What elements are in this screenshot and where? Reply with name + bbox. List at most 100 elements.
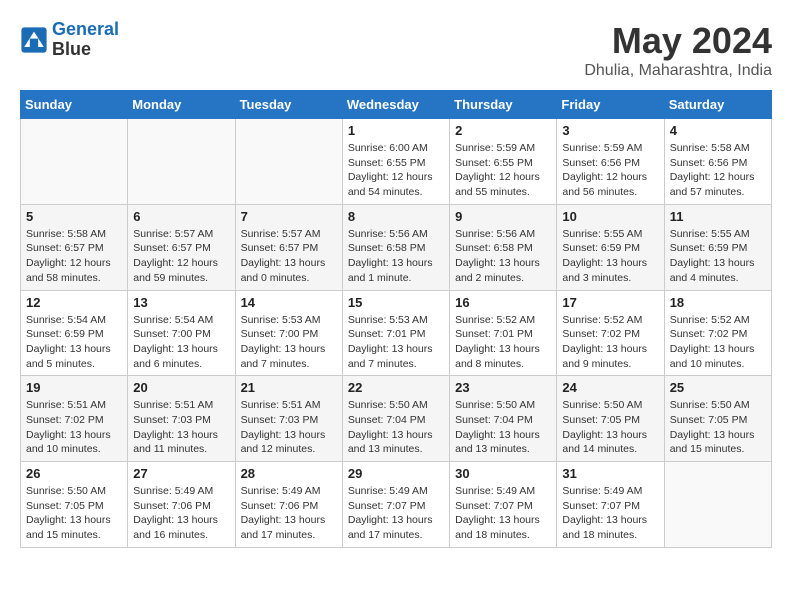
day-number: 16 bbox=[455, 295, 551, 310]
day-number: 26 bbox=[26, 466, 122, 481]
day-number: 15 bbox=[348, 295, 444, 310]
day-info: Sunrise: 5:50 AMSunset: 7:04 PMDaylight:… bbox=[455, 398, 551, 457]
day-info: Sunrise: 5:59 AMSunset: 6:56 PMDaylight:… bbox=[562, 141, 658, 200]
day-info: Sunrise: 5:57 AMSunset: 6:57 PMDaylight:… bbox=[133, 227, 229, 286]
calendar-cell: 25Sunrise: 5:50 AMSunset: 7:05 PMDayligh… bbox=[664, 376, 771, 462]
calendar-cell: 17 Sunrise: 5:52 AMSunset: 7:02 PMDayligh… bbox=[557, 290, 664, 376]
day-number: 13 bbox=[133, 295, 229, 310]
calendar-cell: 14 Sunrise: 5:53 AMSunset: 7:00 PMDayligh… bbox=[235, 290, 342, 376]
calendar-cell: 22Sunrise: 5:50 AMSunset: 7:04 PMDayligh… bbox=[342, 376, 449, 462]
day-number: 29 bbox=[348, 466, 444, 481]
day-info: Sunrise: 5:49 AMSunset: 7:06 PMDaylight:… bbox=[241, 484, 337, 543]
calendar-cell: 28 Sunrise: 5:49 AMSunset: 7:06 PMDayligh… bbox=[235, 462, 342, 548]
calendar-cell: 7 Sunrise: 5:57 AMSunset: 6:57 PMDaylight… bbox=[235, 204, 342, 290]
day-info: Sunrise: 5:58 AMSunset: 6:57 PMDaylight:… bbox=[26, 227, 122, 286]
calendar-cell: 8 Sunrise: 5:56 AMSunset: 6:58 PMDaylight… bbox=[342, 204, 449, 290]
calendar-week-row: 19Sunrise: 5:51 AMSunset: 7:02 PMDayligh… bbox=[21, 376, 772, 462]
calendar-cell: 26 Sunrise: 5:50 AMSunset: 7:05 PMDayligh… bbox=[21, 462, 128, 548]
day-info: Sunrise: 5:58 AMSunset: 6:56 PMDaylight:… bbox=[670, 141, 766, 200]
day-number: 2 bbox=[455, 123, 551, 138]
calendar-cell bbox=[235, 119, 342, 205]
day-info: Sunrise: 5:56 AMSunset: 6:58 PMDaylight:… bbox=[455, 227, 551, 286]
weekday-header: Friday bbox=[557, 91, 664, 119]
day-info: Sunrise: 5:52 AMSunset: 7:02 PMDaylight:… bbox=[562, 313, 658, 372]
day-info: Sunrise: 5:51 AMSunset: 7:02 PMDaylight:… bbox=[26, 398, 122, 457]
day-number: 11 bbox=[670, 209, 766, 224]
day-info: Sunrise: 5:50 AMSunset: 7:05 PMDaylight:… bbox=[26, 484, 122, 543]
day-info: Sunrise: 5:55 AMSunset: 6:59 PMDaylight:… bbox=[670, 227, 766, 286]
calendar-cell: 15 Sunrise: 5:53 AMSunset: 7:01 PMDayligh… bbox=[342, 290, 449, 376]
calendar-cell: 24Sunrise: 5:50 AMSunset: 7:05 PMDayligh… bbox=[557, 376, 664, 462]
calendar-cell: 6 Sunrise: 5:57 AMSunset: 6:57 PMDaylight… bbox=[128, 204, 235, 290]
day-number: 20 bbox=[133, 380, 229, 395]
day-number: 28 bbox=[241, 466, 337, 481]
day-number: 24 bbox=[562, 380, 658, 395]
day-info: Sunrise: 5:57 AMSunset: 6:57 PMDaylight:… bbox=[241, 227, 337, 286]
calendar-cell bbox=[664, 462, 771, 548]
calendar-cell: 16 Sunrise: 5:52 AMSunset: 7:01 PMDayligh… bbox=[450, 290, 557, 376]
calendar-cell: 31 Sunrise: 5:49 AMSunset: 7:07 PMDayligh… bbox=[557, 462, 664, 548]
day-info: Sunrise: 5:49 AMSunset: 7:07 PMDaylight:… bbox=[562, 484, 658, 543]
day-number: 21 bbox=[241, 380, 337, 395]
weekday-header: Saturday bbox=[664, 91, 771, 119]
day-number: 12 bbox=[26, 295, 122, 310]
calendar-cell: 1 Sunrise: 6:00 AMSunset: 6:55 PMDaylight… bbox=[342, 119, 449, 205]
page-header: General Blue May 2024 Dhulia, Maharashtr… bbox=[20, 20, 772, 80]
calendar-table: SundayMondayTuesdayWednesdayThursdayFrid… bbox=[20, 90, 772, 548]
calendar-cell: 23 Sunrise: 5:50 AMSunset: 7:04 PMDayligh… bbox=[450, 376, 557, 462]
weekday-header: Monday bbox=[128, 91, 235, 119]
day-number: 1 bbox=[348, 123, 444, 138]
day-number: 9 bbox=[455, 209, 551, 224]
calendar-week-row: 1 Sunrise: 6:00 AMSunset: 6:55 PMDaylight… bbox=[21, 119, 772, 205]
calendar-cell: 20 Sunrise: 5:51 AMSunset: 7:03 PMDayligh… bbox=[128, 376, 235, 462]
day-number: 14 bbox=[241, 295, 337, 310]
day-number: 17 bbox=[562, 295, 658, 310]
calendar-week-row: 26 Sunrise: 5:50 AMSunset: 7:05 PMDayligh… bbox=[21, 462, 772, 548]
day-info: Sunrise: 5:54 AMSunset: 7:00 PMDaylight:… bbox=[133, 313, 229, 372]
day-number: 5 bbox=[26, 209, 122, 224]
day-info: Sunrise: 5:56 AMSunset: 6:58 PMDaylight:… bbox=[348, 227, 444, 286]
day-info: Sunrise: 5:49 AMSunset: 7:07 PMDaylight:… bbox=[348, 484, 444, 543]
calendar-cell: 27 Sunrise: 5:49 AMSunset: 7:06 PMDayligh… bbox=[128, 462, 235, 548]
day-number: 6 bbox=[133, 209, 229, 224]
day-number: 7 bbox=[241, 209, 337, 224]
month-title: May 2024 bbox=[584, 20, 772, 62]
weekday-header: Sunday bbox=[21, 91, 128, 119]
calendar-cell: 2 Sunrise: 5:59 AMSunset: 6:55 PMDaylight… bbox=[450, 119, 557, 205]
day-info: Sunrise: 5:59 AMSunset: 6:55 PMDaylight:… bbox=[455, 141, 551, 200]
day-number: 30 bbox=[455, 466, 551, 481]
day-info: Sunrise: 5:49 AMSunset: 7:06 PMDaylight:… bbox=[133, 484, 229, 543]
day-info: Sunrise: 5:51 AMSunset: 7:03 PMDaylight:… bbox=[241, 398, 337, 457]
calendar-week-row: 5 Sunrise: 5:58 AMSunset: 6:57 PMDaylight… bbox=[21, 204, 772, 290]
calendar-cell: 11 Sunrise: 5:55 AMSunset: 6:59 PMDayligh… bbox=[664, 204, 771, 290]
day-info: Sunrise: 5:53 AMSunset: 7:01 PMDaylight:… bbox=[348, 313, 444, 372]
calendar-cell: 18 Sunrise: 5:52 AMSunset: 7:02 PMDayligh… bbox=[664, 290, 771, 376]
weekday-header: Thursday bbox=[450, 91, 557, 119]
logo-line2: Blue bbox=[52, 40, 119, 60]
day-info: Sunrise: 5:53 AMSunset: 7:00 PMDaylight:… bbox=[241, 313, 337, 372]
day-number: 31 bbox=[562, 466, 658, 481]
day-info: Sunrise: 6:00 AMSunset: 6:55 PMDaylight:… bbox=[348, 141, 444, 200]
calendar-cell: 21 Sunrise: 5:51 AMSunset: 7:03 PMDayligh… bbox=[235, 376, 342, 462]
logo: General Blue bbox=[20, 20, 119, 60]
day-number: 18 bbox=[670, 295, 766, 310]
logo-icon bbox=[20, 26, 48, 54]
day-number: 4 bbox=[670, 123, 766, 138]
day-number: 27 bbox=[133, 466, 229, 481]
day-number: 8 bbox=[348, 209, 444, 224]
day-number: 23 bbox=[455, 380, 551, 395]
calendar-cell: 29 Sunrise: 5:49 AMSunset: 7:07 PMDayligh… bbox=[342, 462, 449, 548]
logo-text: General Blue bbox=[52, 20, 119, 60]
day-number: 10 bbox=[562, 209, 658, 224]
day-number: 22 bbox=[348, 380, 444, 395]
day-info: Sunrise: 5:52 AMSunset: 7:02 PMDaylight:… bbox=[670, 313, 766, 372]
day-info: Sunrise: 5:51 AMSunset: 7:03 PMDaylight:… bbox=[133, 398, 229, 457]
calendar-cell: 12 Sunrise: 5:54 AMSunset: 6:59 PMDayligh… bbox=[21, 290, 128, 376]
title-block: May 2024 Dhulia, Maharashtra, India bbox=[584, 20, 772, 80]
day-info: Sunrise: 5:52 AMSunset: 7:01 PMDaylight:… bbox=[455, 313, 551, 372]
day-info: Sunrise: 5:50 AMSunset: 7:05 PMDaylight:… bbox=[670, 398, 766, 457]
calendar-cell: 5 Sunrise: 5:58 AMSunset: 6:57 PMDaylight… bbox=[21, 204, 128, 290]
day-info: Sunrise: 5:54 AMSunset: 6:59 PMDaylight:… bbox=[26, 313, 122, 372]
calendar-cell bbox=[128, 119, 235, 205]
weekday-header: Tuesday bbox=[235, 91, 342, 119]
